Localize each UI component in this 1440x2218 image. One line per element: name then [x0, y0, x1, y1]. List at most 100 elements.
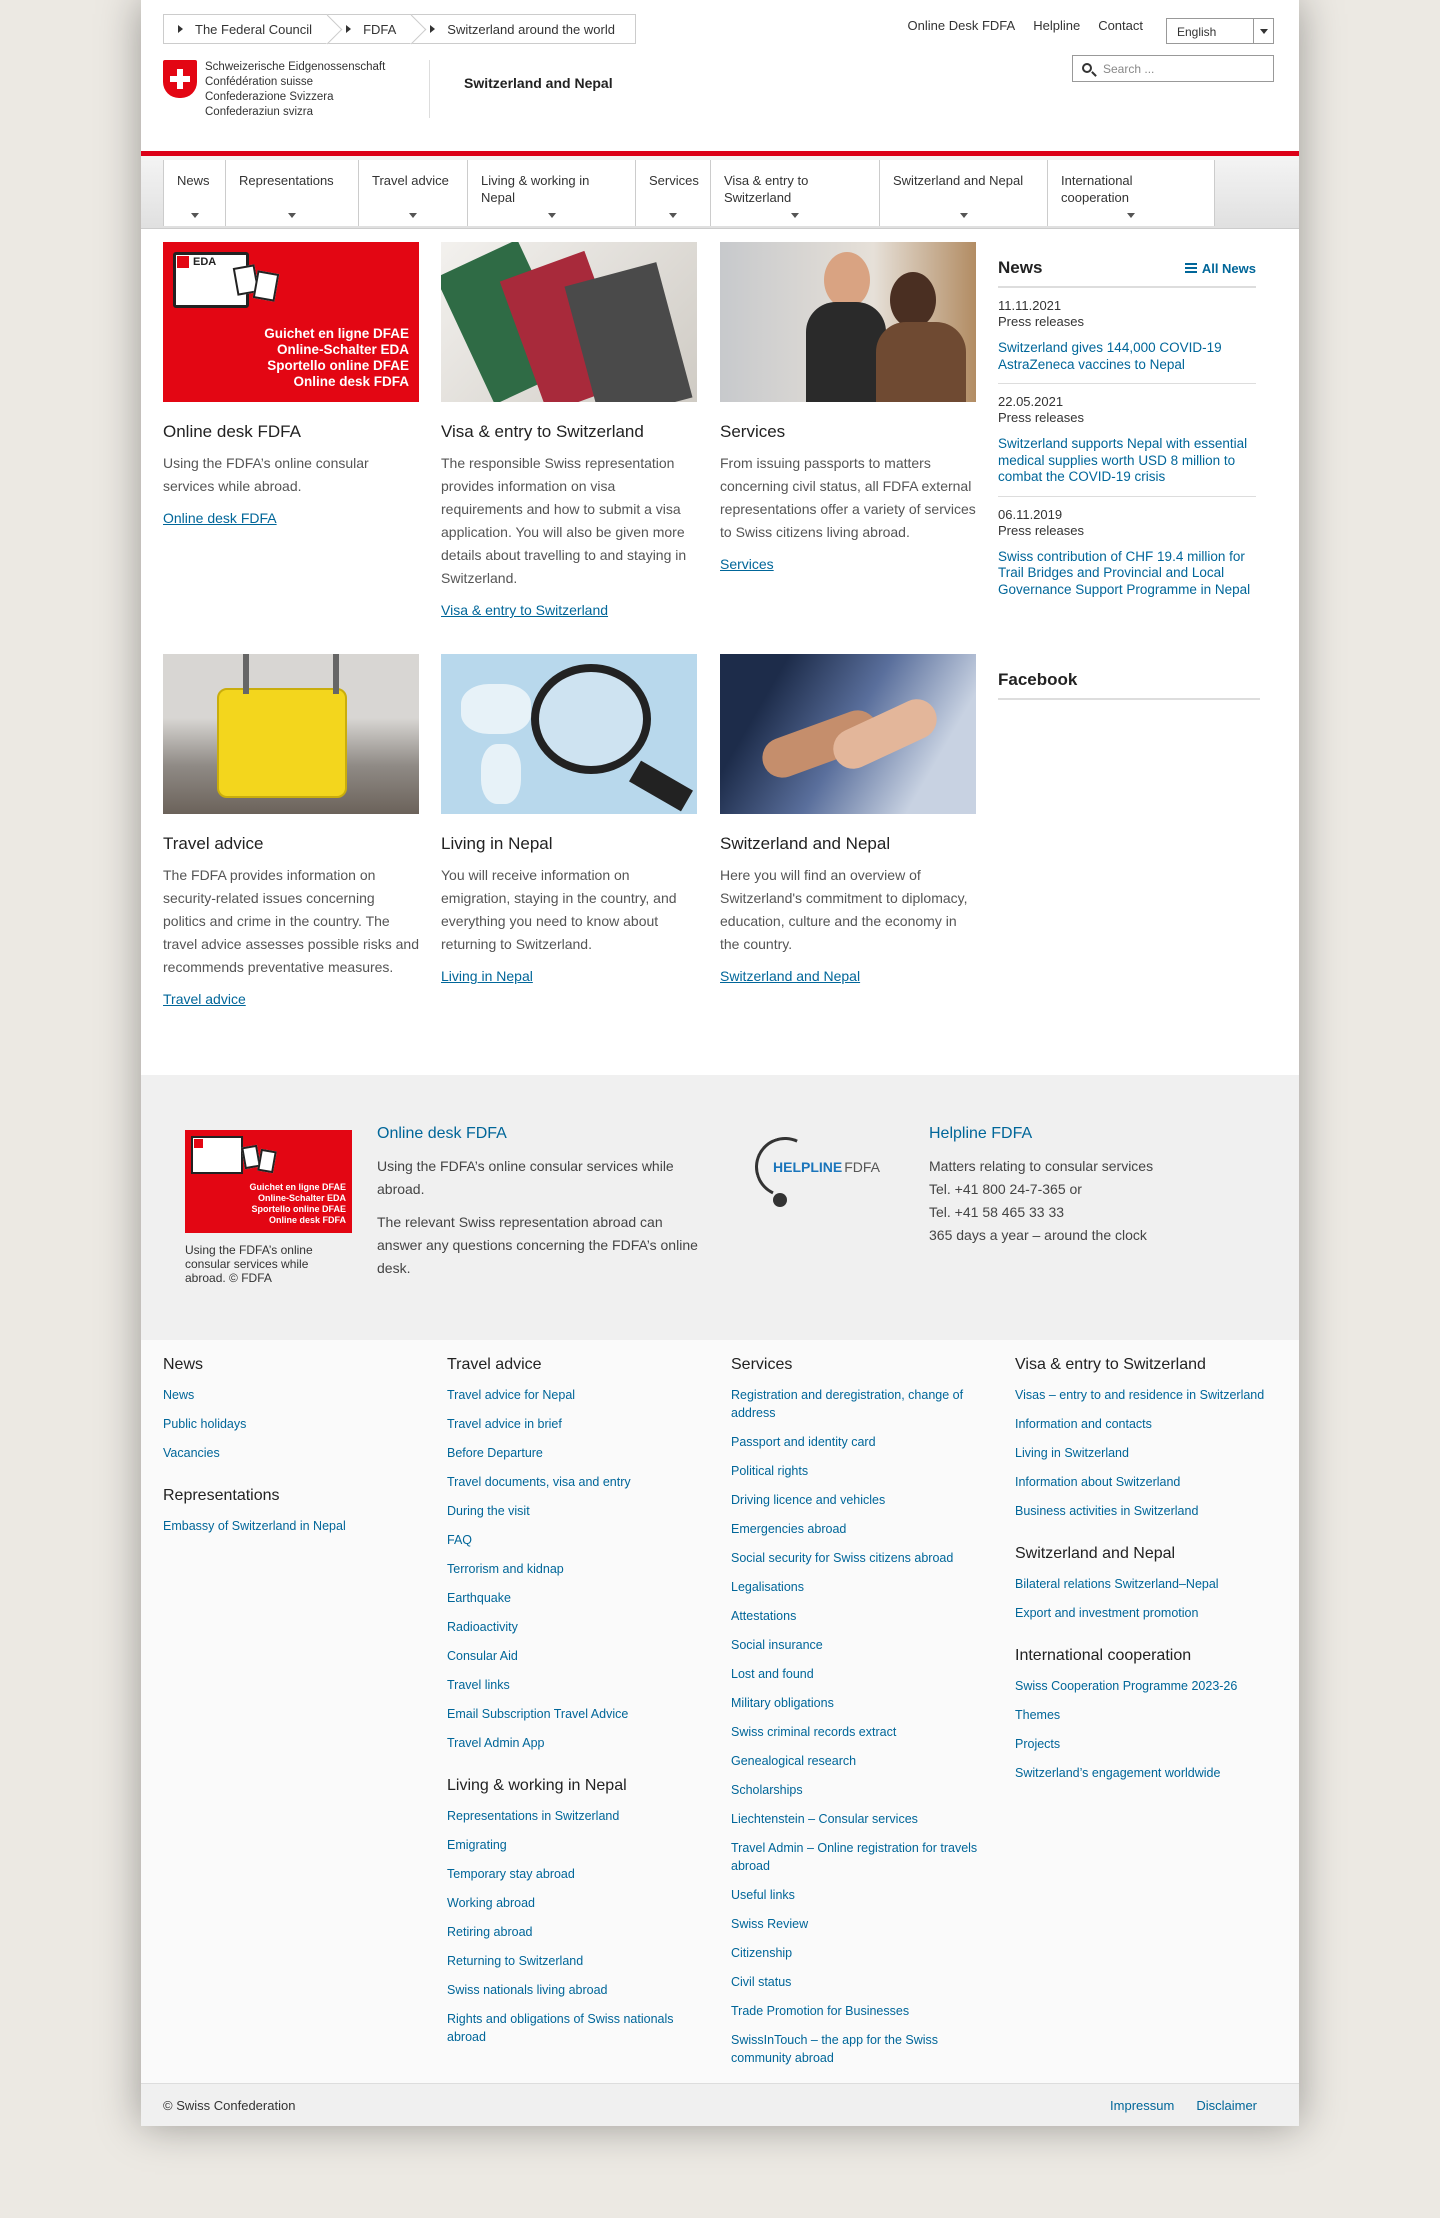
online-desk-thumbnail[interactable]: Guichet en ligne DFAE Online-Schalter ED…: [185, 1130, 352, 1233]
footer-link[interactable]: Projects: [1015, 1735, 1275, 1753]
nav-services[interactable]: Services: [635, 160, 710, 226]
footer-link[interactable]: Terrorism and kidnap: [447, 1560, 707, 1578]
footer-link[interactable]: Switzerland’s engagement worldwide: [1015, 1764, 1275, 1782]
passports-image[interactable]: [441, 242, 697, 402]
footer-link[interactable]: Radioactivity: [447, 1618, 707, 1636]
footer-link[interactable]: Swiss Review: [731, 1915, 991, 1933]
footer-link[interactable]: Travel Admin App: [447, 1734, 707, 1752]
footer-link[interactable]: Consular Aid: [447, 1647, 707, 1665]
handshake-image[interactable]: [720, 654, 976, 814]
nav-news[interactable]: News: [163, 160, 225, 226]
footer-link[interactable]: Social security for Swiss citizens abroa…: [731, 1549, 991, 1567]
footer-link[interactable]: Trade Promotion for Businesses: [731, 2002, 991, 2020]
footer-link[interactable]: Useful links: [731, 1886, 991, 1904]
news-link[interactable]: Swiss contribution of CHF 19.4 million f…: [998, 549, 1256, 599]
footer-link[interactable]: Driving licence and vehicles: [731, 1491, 991, 1509]
card-link[interactable]: Living in Nepal: [441, 968, 697, 984]
helpline-title[interactable]: Helpline FDFA: [929, 1125, 1259, 1143]
footer-link[interactable]: Public holidays: [163, 1415, 423, 1433]
footer-link[interactable]: Military obligations: [731, 1694, 991, 1712]
breadcrumb-item[interactable]: FDFA: [332, 15, 416, 43]
card-link[interactable]: Switzerland and Nepal: [720, 968, 976, 984]
footer-link[interactable]: Information about Switzerland: [1015, 1473, 1275, 1491]
nav-international-cooperation[interactable]: International cooperation: [1047, 160, 1215, 226]
toplink-online-desk[interactable]: Online Desk FDFA: [908, 18, 1016, 33]
footer-link[interactable]: Representations in Switzerland: [447, 1807, 707, 1825]
magnifier-map-image[interactable]: [441, 654, 697, 814]
language-select[interactable]: English: [1166, 18, 1274, 44]
site-title[interactable]: Switzerland and Nepal: [464, 75, 613, 91]
footer-link[interactable]: Registration and deregistration, change …: [731, 1386, 991, 1422]
helpline-line: Tel. +41 58 465 33 33: [929, 1204, 1065, 1220]
footer-link[interactable]: Rights and obligations of Swiss national…: [447, 2010, 707, 2046]
footer-link[interactable]: Travel advice for Nepal: [447, 1386, 707, 1404]
footer-link[interactable]: Emergencies abroad: [731, 1520, 991, 1538]
news-link[interactable]: Switzerland gives 144,000 COVID-19 Astra…: [998, 340, 1256, 373]
suitcase-image[interactable]: [163, 654, 419, 814]
impressum-link[interactable]: Impressum: [1110, 2098, 1174, 2113]
footer-link[interactable]: Travel Admin – Online registration for t…: [731, 1839, 991, 1875]
footer-link[interactable]: News: [163, 1386, 423, 1404]
nav-visa[interactable]: Visa & entry to Switzerland: [710, 160, 879, 226]
footer-link[interactable]: Business activities in Switzerland: [1015, 1502, 1275, 1520]
news-link[interactable]: Switzerland supports Nepal with essentia…: [998, 436, 1256, 486]
nav-travel-advice[interactable]: Travel advice: [358, 160, 467, 226]
services-image[interactable]: [720, 242, 976, 402]
footer-link[interactable]: Lost and found: [731, 1665, 991, 1683]
teaser-visa: Visa & entry to Switzerland The responsi…: [441, 242, 697, 618]
footer-link[interactable]: Scholarships: [731, 1781, 991, 1799]
nav-switzerland-nepal[interactable]: Switzerland and Nepal: [879, 160, 1047, 226]
nav-representations[interactable]: Representations: [225, 160, 358, 226]
nav-living-working[interactable]: Living & working in Nepal: [467, 160, 635, 226]
footer-link[interactable]: Retiring abroad: [447, 1923, 707, 1941]
card-link[interactable]: Travel advice: [163, 991, 419, 1007]
footer-link[interactable]: Temporary stay abroad: [447, 1865, 707, 1883]
breadcrumb-item[interactable]: The Federal Council: [164, 15, 332, 43]
card-link[interactable]: Online desk FDFA: [163, 510, 419, 526]
footer-link[interactable]: FAQ: [447, 1531, 707, 1549]
footer-link[interactable]: SwissInTouch – the app for the Swiss com…: [731, 2031, 991, 2067]
card-link[interactable]: Services: [720, 556, 976, 572]
card-link[interactable]: Visa & entry to Switzerland: [441, 602, 697, 618]
footer-link[interactable]: Swiss nationals living abroad: [447, 1981, 707, 1999]
footer-link[interactable]: Civil status: [731, 1973, 991, 1991]
online-desk-image[interactable]: EDA Guichet en ligne DFAE Online-Schalte…: [163, 242, 419, 402]
footer-link[interactable]: Travel links: [447, 1676, 707, 1694]
footer-link[interactable]: Swiss criminal records extract: [731, 1723, 991, 1741]
footer-link[interactable]: Citizenship: [731, 1944, 991, 1962]
footer-link[interactable]: Working abroad: [447, 1894, 707, 1912]
footer-link[interactable]: Passport and identity card: [731, 1433, 991, 1451]
online-desk-title[interactable]: Online desk FDFA: [377, 1125, 707, 1143]
confederation-logo[interactable]: Schweizerische Eidgenossenschaft Confédé…: [163, 60, 385, 120]
footer-link[interactable]: Before Departure: [447, 1444, 707, 1462]
footer-link[interactable]: Swiss Cooperation Programme 2023-26: [1015, 1677, 1275, 1695]
footer-link[interactable]: Travel advice in brief: [447, 1415, 707, 1433]
footer-link[interactable]: Emigrating: [447, 1836, 707, 1854]
disclaimer-link[interactable]: Disclaimer: [1196, 2098, 1257, 2113]
footer-link[interactable]: Political rights: [731, 1462, 991, 1480]
toplink-contact[interactable]: Contact: [1098, 18, 1143, 33]
all-news-link[interactable]: All News: [1184, 261, 1256, 276]
footer-link[interactable]: Legalisations: [731, 1578, 991, 1596]
footer-link[interactable]: Bilateral relations Switzerland–Nepal: [1015, 1575, 1275, 1593]
footer-link[interactable]: Information and contacts: [1015, 1415, 1275, 1433]
footer-link[interactable]: Embassy of Switzerland in Nepal: [163, 1517, 423, 1535]
footer-link[interactable]: Earthquake: [447, 1589, 707, 1607]
footer-link[interactable]: Social insurance: [731, 1636, 991, 1654]
footer-link[interactable]: Liechtenstein – Consular services: [731, 1810, 991, 1828]
footer-link[interactable]: During the visit: [447, 1502, 707, 1520]
search-input[interactable]: Search ...: [1072, 55, 1274, 82]
footer-link[interactable]: Genealogical research: [731, 1752, 991, 1770]
toplink-helpline[interactable]: Helpline: [1033, 18, 1080, 33]
footer-link[interactable]: Returning to Switzerland: [447, 1952, 707, 1970]
footer-link[interactable]: Travel documents, visa and entry: [447, 1473, 707, 1491]
footer-link[interactable]: Vacancies: [163, 1444, 423, 1462]
footer-link[interactable]: Living in Switzerland: [1015, 1444, 1275, 1462]
footer-link[interactable]: Themes: [1015, 1706, 1275, 1724]
footer-link[interactable]: Export and investment promotion: [1015, 1604, 1275, 1622]
footer-link[interactable]: Email Subscription Travel Advice: [447, 1705, 707, 1723]
news-type: Press releases: [998, 410, 1084, 425]
breadcrumb-item[interactable]: Switzerland around the world: [416, 15, 635, 43]
footer-link[interactable]: Attestations: [731, 1607, 991, 1625]
footer-link[interactable]: Visas – entry to and residence in Switze…: [1015, 1386, 1275, 1404]
